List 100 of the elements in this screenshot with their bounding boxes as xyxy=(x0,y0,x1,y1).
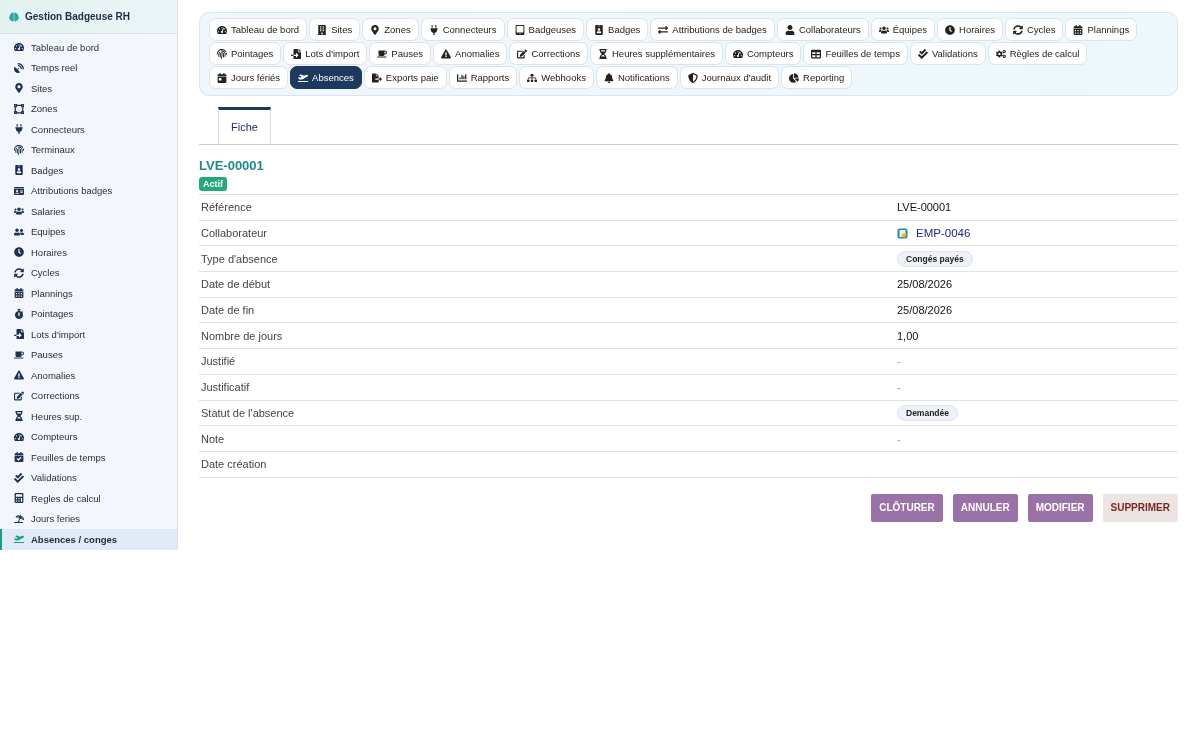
nav-tab[interactable]: Équipes xyxy=(870,18,935,41)
action-button[interactable]: MODIFIER xyxy=(1027,493,1093,522)
nav-tab[interactable]: Webhooks xyxy=(519,66,594,89)
hourglass-icon xyxy=(14,411,24,422)
field-label: Justificatif xyxy=(200,381,251,394)
nav-tab[interactable]: Horaires xyxy=(937,18,1003,41)
field-label: Type d'absence xyxy=(200,252,279,265)
sidebar-item[interactable]: Terminaux xyxy=(0,139,177,160)
action-button[interactable]: CLÔTURER xyxy=(871,493,943,522)
nav-tab[interactable]: Anomalies xyxy=(433,42,508,65)
field-label: Nombre de jours xyxy=(200,329,284,342)
sidebar-item[interactable]: Anomalies xyxy=(0,365,177,386)
calendar-icon xyxy=(14,288,24,299)
coffee-icon xyxy=(377,48,388,59)
sidebar-item[interactable]: Badges xyxy=(0,160,177,181)
empty-value: - xyxy=(897,432,902,445)
gears-icon xyxy=(995,48,1006,59)
file-import-icon xyxy=(14,329,24,340)
delete-button[interactable]: SUPPRIMER xyxy=(1102,493,1178,522)
sidebar-item[interactable]: Feuilles de temps xyxy=(0,447,177,468)
users-icon xyxy=(878,24,889,35)
action-button[interactable]: ANNULER xyxy=(952,493,1018,522)
badge-icon xyxy=(14,165,24,176)
sidebar-item[interactable]: Salaries xyxy=(0,201,177,222)
user-pair-icon xyxy=(14,226,24,237)
record-title: LVE-00001 xyxy=(199,158,265,173)
file-export-icon xyxy=(371,72,382,83)
nav-tab[interactable]: Reporting xyxy=(781,66,853,89)
nav-tab[interactable]: Rapports xyxy=(448,66,518,89)
nav-tab[interactable]: Cycles xyxy=(1004,18,1064,41)
bell-icon xyxy=(603,72,614,83)
sidebar-item[interactable]: Pointages xyxy=(0,303,177,324)
nav-tab[interactable]: Plannings xyxy=(1065,18,1138,41)
nav-tab[interactable]: Sites xyxy=(309,18,361,41)
double-check-icon xyxy=(917,48,928,59)
nav-tab[interactable]: Absences xyxy=(290,66,362,89)
nav-tab[interactable]: Tableau de bord xyxy=(209,18,308,41)
record-tab[interactable]: Fiche xyxy=(218,107,271,144)
nav-tab[interactable]: Badges xyxy=(586,18,649,41)
shield-icon xyxy=(687,72,698,83)
brain-logo-icon xyxy=(9,11,19,22)
sidebar-item[interactable]: Corrections xyxy=(0,385,177,406)
exchange-icon xyxy=(658,24,669,35)
sidebar-item[interactable]: Regles de calcul xyxy=(0,488,177,509)
nav-tab[interactable]: Exports paie xyxy=(363,66,447,89)
nav-tab[interactable]: Pauses xyxy=(369,42,432,65)
calendar-icon xyxy=(1073,24,1084,35)
nav-tab[interactable]: Jours fériés xyxy=(209,66,289,89)
sidebar-item[interactable]: Lots d'import xyxy=(0,324,177,345)
plane-icon xyxy=(298,72,309,83)
hourglass-icon xyxy=(598,48,608,59)
sidebar-item[interactable]: Tableau de bord xyxy=(0,37,177,58)
nav-tab[interactable]: Connecteurs xyxy=(420,18,505,41)
plug-icon xyxy=(14,124,24,135)
calendar-check-icon xyxy=(14,452,24,463)
sidebar-item[interactable]: Validations xyxy=(0,467,177,488)
gauge-icon xyxy=(732,48,743,59)
sidebar-item[interactable]: Plannings xyxy=(0,283,177,304)
sidebar-item[interactable]: Attributions badges xyxy=(0,180,177,201)
sidebar-item[interactable]: Absences / conges xyxy=(0,529,177,550)
sidebar-item[interactable]: Heures sup. xyxy=(0,406,177,427)
sidebar-item[interactable]: Cycles xyxy=(0,262,177,283)
sidebar-item[interactable]: Zones xyxy=(0,98,177,119)
nav-tab[interactable]: Collaborateurs xyxy=(776,18,869,41)
nav-tab[interactable]: Badgeuses xyxy=(506,18,585,41)
nav-tab[interactable]: Règles de calcul xyxy=(987,42,1088,65)
nav-tab[interactable]: Compteurs xyxy=(724,42,802,65)
sidebar-item[interactable]: Jours feries xyxy=(0,508,177,529)
nav-tab[interactable]: Validations xyxy=(909,42,986,65)
sidebar-item[interactable]: Pauses xyxy=(0,344,177,365)
nav-tab[interactable]: Notifications xyxy=(595,66,678,89)
field-value: 1,00 xyxy=(897,329,920,342)
bar-chart-icon xyxy=(456,72,467,83)
nav-tab[interactable]: Journaux d'audit xyxy=(679,66,780,89)
nav-tab[interactable]: Corrections xyxy=(509,42,588,65)
employee-link[interactable]: EMP-0046 xyxy=(916,227,971,240)
empty-value: - xyxy=(897,355,902,368)
sidebar-item[interactable]: Compteurs xyxy=(0,426,177,447)
sidebar-item[interactable]: Sites xyxy=(0,78,177,99)
building-icon xyxy=(317,24,328,35)
empty-value: - xyxy=(897,381,902,394)
nav-tab[interactable]: Attributions de badges xyxy=(650,18,775,41)
gauge-icon xyxy=(14,42,24,53)
app-title: Gestion Badgeuse RH xyxy=(25,11,131,22)
value-tag: Congés payés xyxy=(897,250,973,267)
nav-tab[interactable]: Feuilles de temps xyxy=(803,42,908,65)
nav-tab[interactable]: Pointages xyxy=(209,42,282,65)
nav-tab[interactable]: Lots d'import xyxy=(283,42,368,65)
plane-icon xyxy=(14,534,24,545)
sidebar-item[interactable]: Equipes xyxy=(0,221,177,242)
nav-tab[interactable]: Zones xyxy=(362,18,419,41)
fingerprint-icon xyxy=(217,48,227,59)
sidebar-item[interactable]: Temps reel xyxy=(0,57,177,78)
gauge-icon xyxy=(14,431,24,442)
sidebar-item[interactable]: Horaires xyxy=(0,242,177,263)
nav-tab[interactable]: Heures supplémentaires xyxy=(590,42,723,65)
status-badge: Actif xyxy=(199,177,227,191)
calculator-icon xyxy=(14,493,24,504)
coffee-icon xyxy=(14,349,24,360)
sidebar-item[interactable]: Connecteurs xyxy=(0,119,177,140)
